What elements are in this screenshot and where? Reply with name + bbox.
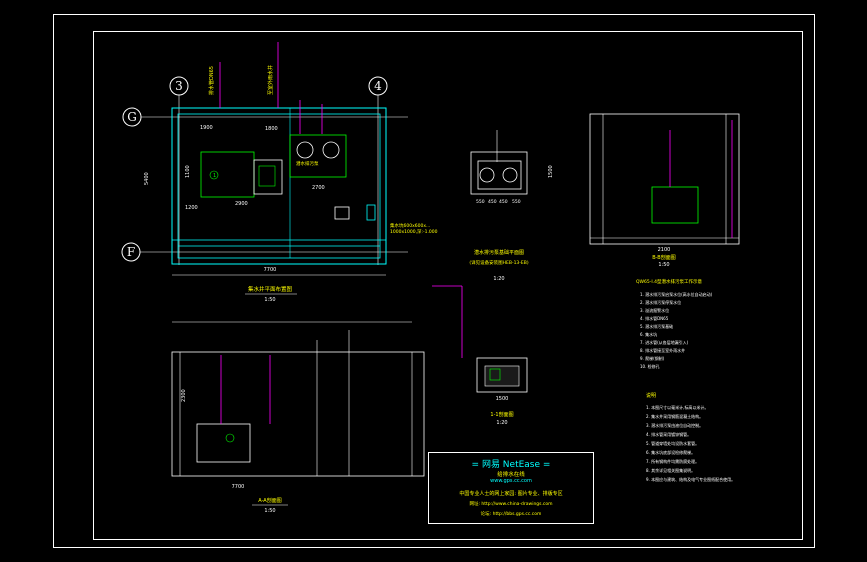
dim-plan-d: 1200 [185,205,198,211]
aa-dim-side: 2300 [181,389,187,402]
watermark-line-1: = 网易 NetEase = [471,460,551,470]
legend-item: 3. 溢流报警水位 [640,307,669,313]
pump-detail-subtitle: (详见设备安装图HEB-13-EB) [469,259,528,266]
legend-item: 4. 排水管DN65 [640,315,669,321]
svg-text:1: 1 [213,173,216,179]
section-aa-title: A-A剖面图 [258,497,281,504]
dim-plan-e: 5400 [144,172,150,185]
watermark-line-6: 论坛: http://bbs.gps.cc.com [480,512,542,517]
watermark-box: = 网易 NetEase = 给排水在线 www.gps.cc.com 中国专业… [428,452,594,524]
legend-item: 5. 潜水排污泵基础 [640,323,673,329]
pump-detail-scale: 1:20 [493,276,504,282]
cad-drawing-viewport[interactable]: 3 4 G F 1 排水管DN65 至室外雨水井 7700 1900 2900 … [0,0,867,562]
bb-dim-total: 2100 [658,247,671,253]
dim-plan-g: 1800 [265,126,278,132]
legend-item: 1. 潜水排污泵启泵水位(高水位自动启动) [640,291,713,297]
pit-sublabel: 1000x1000,深:-1.000 [390,228,438,235]
dim-plan-a: 1900 [200,125,213,131]
grid-label-G: G [127,110,137,124]
section-11-scale: 1:20 [496,420,507,426]
legend: QW65-I.4型潜水排污泵工作示意 1. 潜水排污泵启泵水位(高水位自动启动)… [636,278,735,482]
pump-label: 潜水排污泵 [296,160,319,167]
watermark-line-5: 网址: http://www.china-drawings.com [469,502,553,507]
detail-dim-3: 450 [499,199,508,205]
remark-item: 1. 本图尺寸以毫米计,标高以米计。 [646,404,708,410]
legend-title: QW65-I.4型潜水排污泵工作示意 [636,278,702,285]
grid-bubble-G: G [122,107,142,127]
pit-label: 集水坑600x600x... [390,222,430,229]
svg-text:排水管DN65: 排水管DN65 [208,66,215,95]
dim-plan-c: 2700 [312,185,325,191]
plan-view: 3 4 G F 1 排水管DN65 至室外雨水井 7700 1900 2900 … [121,42,438,303]
remark-item: 3. 潜水排污泵由液位自动控制。 [646,422,703,428]
remark-item: 5. 管道穿墙处均设防水套管。 [646,440,699,446]
remark-item: 8. 其余详见相关图集说明。 [646,467,695,473]
remark-item: 7. 所有钢构件均需防腐处理。 [646,458,699,464]
legend-items: 1. 潜水排污泵启泵水位(高水位自动启动) 2. 潜水排污泵停泵水位 3. 溢流报警… [640,291,713,369]
detail-dim-4: 550 [512,199,521,205]
legend-item: 6. 集水坑 [640,331,657,337]
section-bb-scale: 1:50 [658,262,669,268]
grid-label-F: F [127,245,135,259]
remark-item: 2. 集水井采用钢筋混凝土结构。 [646,413,703,419]
watermark-line-2: 给排水在线 [497,472,525,478]
detail-dim-side: 1500 [548,165,554,178]
remark-item: 6. 集水坑底部设检修爬梯。 [646,449,695,455]
grid-label-3: 3 [175,79,183,93]
remarks-items: 1. 本图尺寸以毫米计,标高以米计。 2. 集水井采用钢筋混凝土结构。 3. 潜水排… [646,404,735,482]
section-bb: 2100 B-B剖面图 1:50 [589,113,740,268]
aa-dim-total: 7700 [232,484,245,490]
dim-plan-f: 1100 [185,165,191,178]
legend-item: 2. 潜水排污泵停泵水位 [640,299,681,305]
remark-item: 9. 本图应与建筑、结构及电气专业图纸配合使用。 [646,476,735,482]
legend-item: 7. 进水管(从各层地漏引入) [640,339,689,345]
pump-detail: 550 450 450 550 1500 潜水排污泵基础平面图 (详见设备安装图… [469,130,554,282]
dim-plan-total: 7700 [264,267,277,273]
grid-bubble-4: 4 [368,76,388,96]
dim-plan-b: 2900 [235,201,248,207]
legend-item: 9. 爬梯(钢制) [640,355,665,361]
watermark-line-3: www.gps.cc.com [490,478,532,484]
detail-dim-2: 450 [488,199,497,205]
section-11: 1500 1-1剖面图 1:20 [432,285,528,426]
plan-scale: 1:50 [264,297,275,303]
section-aa-scale: 1:50 [264,508,275,514]
svg-text:至室外雨水井: 至室外雨水井 [267,65,274,95]
grid-bubble-3: 3 [169,76,189,96]
section-bb-title: B-B剖面图 [652,254,676,261]
remark-item: 4. 排水管采用镀锌钢管。 [646,431,691,437]
grid-label-4: 4 [374,79,382,93]
legend-item: 10. 检修孔 [640,363,660,369]
s11-dim-total: 1500 [496,396,509,402]
remarks-title: 说明 [646,392,656,399]
pump-detail-title: 潜水排污泵基础平面图 [474,249,524,256]
watermark-line-4: 中国专业人士的网上家园: 图片专业、排版专区 [459,491,563,497]
legend-item: 8. 排水管接至室外雨水井 [640,347,685,353]
section-11-title: 1-1剖面图 [490,411,513,418]
section-aa: 2300 7700 A-A剖面图 1:50 [171,321,425,514]
detail-dim-1: 550 [476,199,485,205]
plan-title: 集水井平面布置图 [248,285,293,293]
grid-bubble-F: F [121,242,141,262]
